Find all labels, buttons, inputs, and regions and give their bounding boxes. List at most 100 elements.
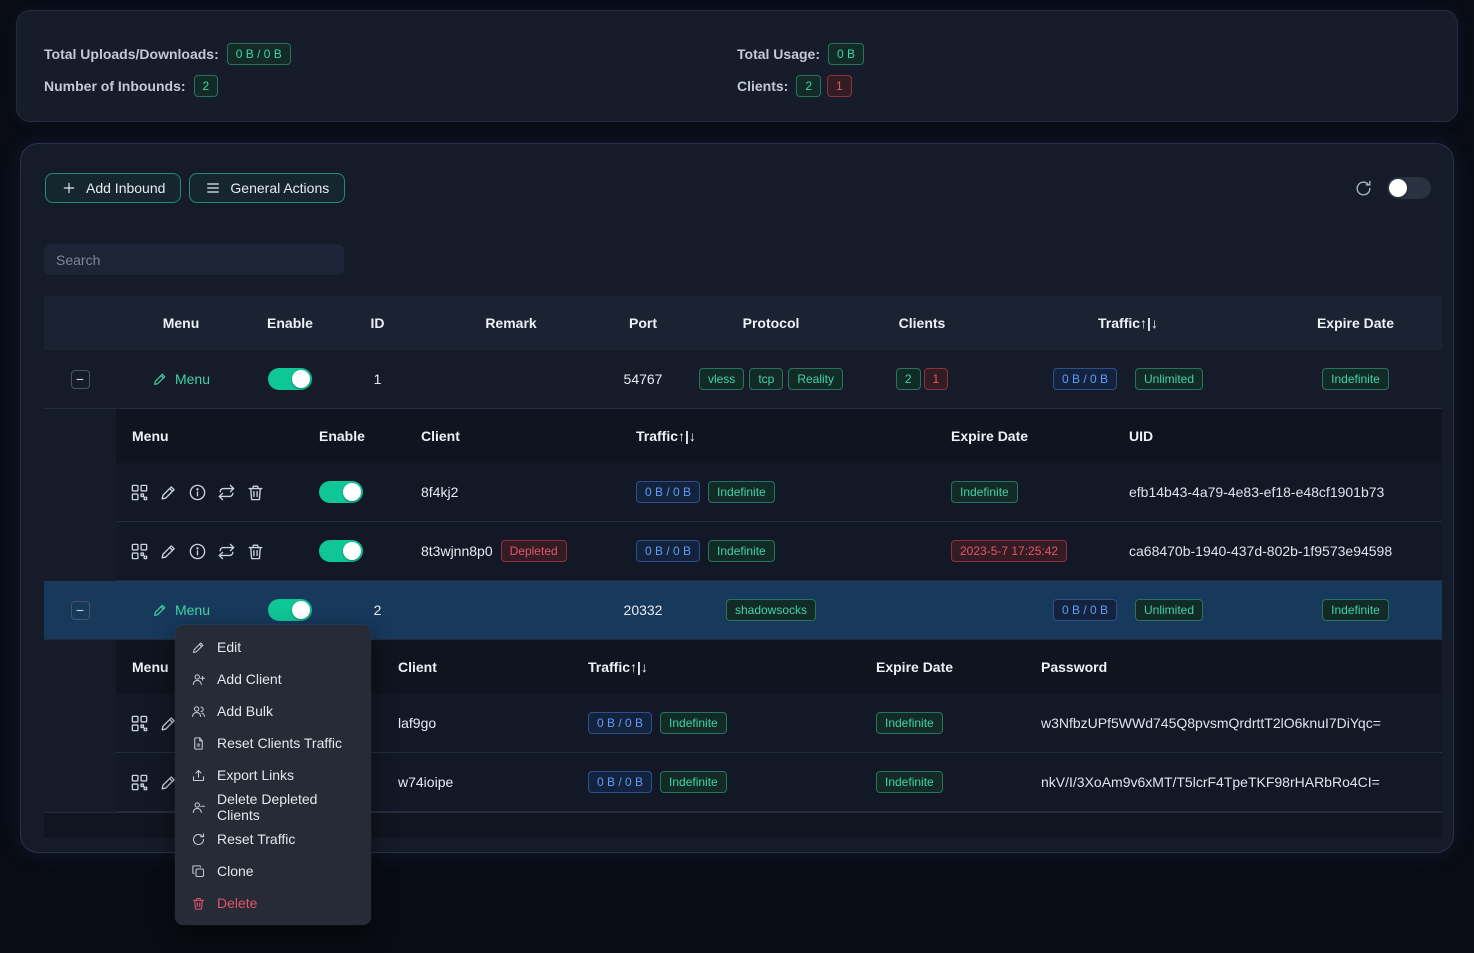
sub1-header-menu: Menu [116, 409, 311, 463]
clients-count-label: Clients: [737, 78, 788, 94]
client-enable-toggle[interactable] [319, 540, 363, 562]
context-menu-item-add-client[interactable]: Add Client [175, 663, 371, 695]
clients-depleted-value: 1 [827, 75, 852, 97]
qr-code-icon[interactable] [130, 714, 149, 733]
client-traffic-limit-badge: Indefinite [660, 712, 727, 734]
inbounds-count-row: Number of Inbounds: 2 [44, 75, 737, 97]
total-uploads-label: Total Uploads/Downloads: [44, 46, 219, 62]
sync-icon [191, 832, 206, 847]
add-inbound-label: Add Inbound [86, 180, 165, 196]
inbound-2-menu-trigger[interactable]: Menu [152, 602, 210, 618]
header-expire-date: Expire Date [1269, 296, 1442, 350]
collapse-inbound-2-button[interactable]: − [71, 601, 90, 620]
header-port: Port [601, 296, 685, 350]
inbound-1-clients-active: 2 [896, 368, 921, 390]
client-password: w3NfbzUPf5WWd745Q8pvsmQrdrttT2lO6knuI7Di… [1041, 715, 1381, 731]
inbound-2-traffic-limit-badge: Unlimited [1135, 599, 1203, 621]
client-expire-badge: Indefinite [876, 771, 943, 793]
sub1-header-client: Client [401, 409, 626, 463]
client-password: nkV/I/3XoAm9v6xMT/T5lcrF4TpeTKF98rHARbRo… [1041, 774, 1380, 790]
client-traffic-badge: 0 B / 0 B [636, 481, 700, 503]
context-menu-item-delete-depleted-clients[interactable]: Delete Depleted Clients [175, 791, 371, 823]
client-expire-badge: Indefinite [951, 481, 1018, 503]
edit-icon[interactable] [159, 542, 178, 561]
context-menu-item-export-links[interactable]: Export Links [175, 759, 371, 791]
context-menu-item-edit[interactable]: Edit [175, 631, 371, 663]
client-enable-toggle[interactable] [319, 481, 363, 503]
protocol-tag-shadowsocks: shadowsocks [726, 599, 816, 621]
delete-icon[interactable] [246, 483, 265, 502]
refresh-icon[interactable] [1354, 179, 1373, 198]
clients-active-value: 2 [796, 75, 821, 97]
context-menu-item-clone[interactable]: Clone [175, 855, 371, 887]
pencil-icon [191, 640, 206, 655]
inbound-1-menu-trigger[interactable]: Menu [152, 371, 210, 387]
sub1-header-uid: UID [1116, 409, 1442, 463]
total-uploads-row: Total Uploads/Downloads: 0 B / 0 B [44, 43, 737, 65]
inbound-1-port: 54767 [601, 350, 685, 408]
plus-icon [61, 180, 77, 196]
edit-pencil-icon [152, 371, 168, 387]
sub2-header-expire: Expire Date [856, 640, 1021, 694]
edit-icon[interactable] [159, 483, 178, 502]
header-expand-col [44, 296, 116, 350]
reset-traffic-icon[interactable] [217, 483, 236, 502]
context-menu-item-delete[interactable]: Delete [175, 887, 371, 919]
inbound-2-expire-badge: Indefinite [1322, 599, 1389, 621]
vless-clients-table: Menu Enable Client Traffic↑|↓ Expire Dat… [116, 409, 1442, 581]
total-uploads-value: 0 B / 0 B [227, 43, 291, 65]
theme-toggle[interactable] [1387, 177, 1431, 199]
client-row-8f4kj2: 8f4kj2 0 B / 0 B Indefinite Indefinite e… [116, 463, 1442, 522]
total-usage-row: Total Usage: 0 B [737, 43, 1430, 65]
sub1-header-traffic-sort[interactable]: Traffic↑|↓ [626, 409, 936, 463]
protocol-tag-reality: Reality [788, 368, 843, 390]
protocol-tag-vless: vless [699, 368, 744, 390]
file-reset-icon [191, 736, 206, 751]
qr-code-icon[interactable] [130, 542, 149, 561]
qr-code-icon[interactable] [130, 773, 149, 792]
sub2-header-password: Password [1021, 640, 1442, 694]
client-traffic-limit-badge: Indefinite [660, 771, 727, 793]
stats-left-column: Total Uploads/Downloads: 0 B / 0 B Numbe… [44, 43, 737, 121]
inbound-2-traffic-badge: 0 B / 0 B [1053, 599, 1117, 621]
inbound-1-id: 1 [334, 350, 421, 408]
sub2-header-traffic-sort[interactable]: Traffic↑|↓ [566, 640, 856, 694]
inbound-2-enable-toggle[interactable] [268, 599, 312, 621]
inbound-1-traffic-badge: 0 B / 0 B [1053, 368, 1117, 390]
search-input[interactable] [44, 244, 344, 275]
info-icon[interactable] [188, 483, 207, 502]
toolbar-right [1354, 177, 1431, 199]
header-traffic-sort[interactable]: Traffic↑|↓ [987, 296, 1269, 350]
reset-traffic-icon[interactable] [217, 542, 236, 561]
context-menu-item-reset-clients-traffic[interactable]: Reset Clients Traffic [175, 727, 371, 759]
delete-icon[interactable] [246, 542, 265, 561]
context-menu-item-reset-traffic[interactable]: Reset Traffic [175, 823, 371, 855]
total-usage-value: 0 B [828, 43, 864, 65]
info-icon[interactable] [188, 542, 207, 561]
inbound-1-expire-badge: Indefinite [1322, 368, 1389, 390]
header-menu: Menu [116, 296, 246, 350]
client-name: 8t3wjnn8p0 [421, 543, 493, 559]
sub1-header-enable: Enable [311, 409, 401, 463]
client-depleted-tag: Depleted [501, 540, 567, 562]
inbound-1-enable-toggle[interactable] [268, 368, 312, 390]
general-actions-button[interactable]: General Actions [189, 173, 345, 203]
add-inbound-button[interactable]: Add Inbound [45, 173, 181, 203]
inbounds-count-value: 2 [194, 75, 219, 97]
users-icon [191, 704, 206, 719]
client-uid: efb14b43-4a79-4e83-ef18-e48cf1901b73 [1129, 484, 1384, 500]
inbound-context-menu: Edit Add Client Add Bulk Reset Clients T… [175, 625, 371, 925]
qr-code-icon[interactable] [130, 483, 149, 502]
client-row-8t3wjnn8p0: 8t3wjnn8p0 Depleted 0 B / 0 B Indefinite… [116, 522, 1442, 581]
stats-right-column: Total Usage: 0 B Clients: 2 1 [737, 43, 1430, 121]
copy-icon [191, 864, 206, 879]
client-expire-badge: 2023-5-7 17:25:42 [951, 540, 1067, 562]
client-traffic-badge: 0 B / 0 B [588, 712, 652, 734]
collapse-inbound-1-button[interactable]: − [71, 370, 90, 389]
client-actions [116, 463, 311, 521]
context-menu-item-add-bulk[interactable]: Add Bulk [175, 695, 371, 727]
client-traffic-badge: 0 B / 0 B [636, 540, 700, 562]
client-traffic-badge: 0 B / 0 B [588, 771, 652, 793]
client-uid: ca68470b-1940-437d-802b-1f9573e94598 [1129, 543, 1392, 559]
export-icon [191, 768, 206, 783]
